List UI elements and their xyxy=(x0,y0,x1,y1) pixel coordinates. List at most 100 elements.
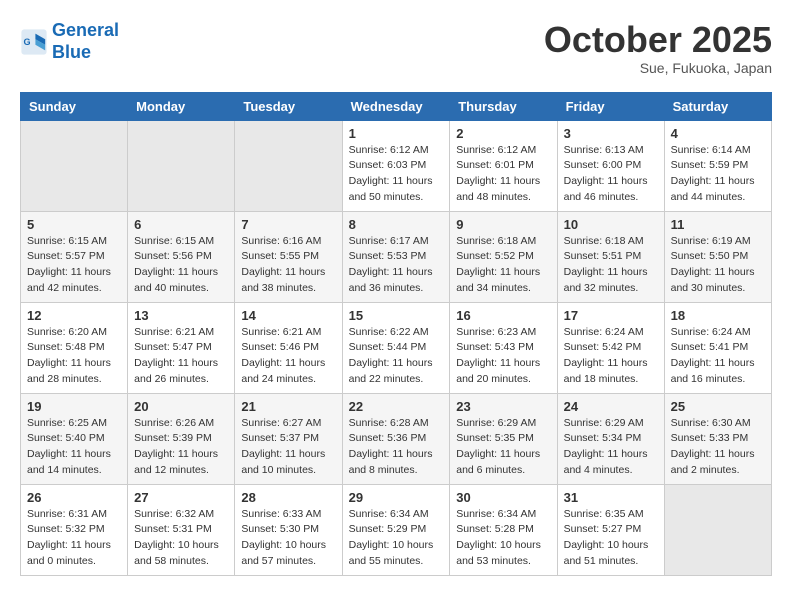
day-number: 7 xyxy=(241,217,335,232)
day-info: Sunrise: 6:23 AMSunset: 5:43 PMDaylight:… xyxy=(456,325,550,388)
day-info-line: Sunrise: 6:15 AM xyxy=(134,234,228,250)
day-info-line: Daylight: 10 hours xyxy=(349,538,444,554)
calendar-cell: 1Sunrise: 6:12 AMSunset: 6:03 PMDaylight… xyxy=(342,120,450,211)
day-number: 5 xyxy=(27,217,121,232)
day-info-line: Sunset: 5:46 PM xyxy=(241,340,335,356)
calendar-cell: 10Sunrise: 6:18 AMSunset: 5:51 PMDayligh… xyxy=(557,211,664,302)
day-info-line: Sunset: 5:59 PM xyxy=(671,158,765,174)
day-info-line: Sunset: 5:37 PM xyxy=(241,431,335,447)
day-number: 31 xyxy=(564,490,658,505)
day-info-line: Sunset: 5:28 PM xyxy=(456,522,550,538)
day-info-line: Sunrise: 6:22 AM xyxy=(349,325,444,341)
day-info-line: Daylight: 11 hours xyxy=(134,265,228,281)
svg-text:G: G xyxy=(24,36,31,46)
calendar-cell: 19Sunrise: 6:25 AMSunset: 5:40 PMDayligh… xyxy=(21,393,128,484)
day-info-line: and 2 minutes. xyxy=(671,463,765,479)
logo-text: General Blue xyxy=(52,20,119,63)
day-info-line: Sunset: 5:39 PM xyxy=(134,431,228,447)
day-info-line: and 8 minutes. xyxy=(349,463,444,479)
day-info: Sunrise: 6:14 AMSunset: 5:59 PMDaylight:… xyxy=(671,143,765,206)
day-info-line: Daylight: 11 hours xyxy=(564,356,658,372)
day-info-line: Sunset: 6:03 PM xyxy=(349,158,444,174)
day-info-line: Daylight: 11 hours xyxy=(456,447,550,463)
day-info: Sunrise: 6:16 AMSunset: 5:55 PMDaylight:… xyxy=(241,234,335,297)
day-info-line: Sunrise: 6:19 AM xyxy=(671,234,765,250)
day-number: 29 xyxy=(349,490,444,505)
day-info-line: and 57 minutes. xyxy=(241,554,335,570)
day-info-line: and 24 minutes. xyxy=(241,372,335,388)
day-number: 1 xyxy=(349,126,444,141)
day-info-line: Daylight: 11 hours xyxy=(241,447,335,463)
day-info-line: Sunrise: 6:12 AM xyxy=(349,143,444,159)
day-number: 26 xyxy=(27,490,121,505)
day-number: 8 xyxy=(349,217,444,232)
day-info-line: Sunset: 5:36 PM xyxy=(349,431,444,447)
day-info: Sunrise: 6:18 AMSunset: 5:51 PMDaylight:… xyxy=(564,234,658,297)
day-info-line: Sunset: 5:48 PM xyxy=(27,340,121,356)
day-info: Sunrise: 6:21 AMSunset: 5:46 PMDaylight:… xyxy=(241,325,335,388)
day-number: 14 xyxy=(241,308,335,323)
day-info-line: Daylight: 10 hours xyxy=(456,538,550,554)
day-info-line: Sunrise: 6:35 AM xyxy=(564,507,658,523)
calendar-cell: 18Sunrise: 6:24 AMSunset: 5:41 PMDayligh… xyxy=(664,302,771,393)
day-info-line: and 22 minutes. xyxy=(349,372,444,388)
day-info: Sunrise: 6:28 AMSunset: 5:36 PMDaylight:… xyxy=(349,416,444,479)
day-info-line: Sunset: 5:33 PM xyxy=(671,431,765,447)
day-info-line: Daylight: 11 hours xyxy=(241,356,335,372)
day-info-line: and 0 minutes. xyxy=(27,554,121,570)
day-info: Sunrise: 6:15 AMSunset: 5:56 PMDaylight:… xyxy=(134,234,228,297)
day-info-line: Sunrise: 6:13 AM xyxy=(564,143,658,159)
day-number: 30 xyxy=(456,490,550,505)
calendar-cell: 29Sunrise: 6:34 AMSunset: 5:29 PMDayligh… xyxy=(342,484,450,575)
day-info: Sunrise: 6:13 AMSunset: 6:00 PMDaylight:… xyxy=(564,143,658,206)
day-number: 15 xyxy=(349,308,444,323)
day-info: Sunrise: 6:12 AMSunset: 6:01 PMDaylight:… xyxy=(456,143,550,206)
day-info-line: and 53 minutes. xyxy=(456,554,550,570)
day-info-line: Sunrise: 6:30 AM xyxy=(671,416,765,432)
calendar-cell: 7 Sunrise: 6:16 AMSunset: 5:55 PMDaylight… xyxy=(235,211,342,302)
day-info-line: Sunrise: 6:31 AM xyxy=(27,507,121,523)
calendar-header-row: SundayMondayTuesdayWednesdayThursdayFrid… xyxy=(21,92,772,120)
day-info-line: and 58 minutes. xyxy=(134,554,228,570)
calendar-cell: 24Sunrise: 6:29 AMSunset: 5:34 PMDayligh… xyxy=(557,393,664,484)
day-info-line: and 44 minutes. xyxy=(671,190,765,206)
day-info-line: Daylight: 11 hours xyxy=(27,356,121,372)
calendar-cell xyxy=(664,484,771,575)
day-info-line: Sunset: 5:57 PM xyxy=(27,249,121,265)
day-info-line: Sunrise: 6:18 AM xyxy=(456,234,550,250)
day-number: 17 xyxy=(564,308,658,323)
day-header-monday: Monday xyxy=(128,92,235,120)
day-info-line: and 26 minutes. xyxy=(134,372,228,388)
day-info-line: Sunset: 5:55 PM xyxy=(241,249,335,265)
day-info: Sunrise: 6:33 AMSunset: 5:30 PMDaylight:… xyxy=(241,507,335,570)
day-info-line: Sunrise: 6:12 AM xyxy=(456,143,550,159)
day-info-line: Daylight: 11 hours xyxy=(349,356,444,372)
calendar-cell: 5Sunrise: 6:15 AMSunset: 5:57 PMDaylight… xyxy=(21,211,128,302)
day-number: 11 xyxy=(671,217,765,232)
logo-line1: General xyxy=(52,20,119,40)
day-header-saturday: Saturday xyxy=(664,92,771,120)
day-info: Sunrise: 6:32 AMSunset: 5:31 PMDaylight:… xyxy=(134,507,228,570)
day-info-line: Sunset: 5:41 PM xyxy=(671,340,765,356)
day-info-line: Sunset: 5:32 PM xyxy=(27,522,121,538)
calendar-cell xyxy=(128,120,235,211)
calendar-cell: 6Sunrise: 6:15 AMSunset: 5:56 PMDaylight… xyxy=(128,211,235,302)
day-number: 23 xyxy=(456,399,550,414)
day-info: Sunrise: 6:17 AMSunset: 5:53 PMDaylight:… xyxy=(349,234,444,297)
calendar-cell: 9Sunrise: 6:18 AMSunset: 5:52 PMDaylight… xyxy=(450,211,557,302)
day-info: Sunrise: 6:24 AMSunset: 5:41 PMDaylight:… xyxy=(671,325,765,388)
day-number: 13 xyxy=(134,308,228,323)
calendar-week-row: 1Sunrise: 6:12 AMSunset: 6:03 PMDaylight… xyxy=(21,120,772,211)
day-info-line: and 16 minutes. xyxy=(671,372,765,388)
calendar-cell: 14 Sunrise: 6:21 AMSunset: 5:46 PMDayligh… xyxy=(235,302,342,393)
calendar-table: SundayMondayTuesdayWednesdayThursdayFrid… xyxy=(20,92,772,576)
day-info-line: and 20 minutes. xyxy=(456,372,550,388)
calendar-cell: 25Sunrise: 6:30 AMSunset: 5:33 PMDayligh… xyxy=(664,393,771,484)
day-info-line: and 14 minutes. xyxy=(27,463,121,479)
calendar-cell xyxy=(235,120,342,211)
day-info-line: Sunrise: 6:23 AM xyxy=(456,325,550,341)
day-info-line: and 42 minutes. xyxy=(27,281,121,297)
day-number: 9 xyxy=(456,217,550,232)
day-info-line: and 18 minutes. xyxy=(564,372,658,388)
calendar-cell: 30Sunrise: 6:34 AMSunset: 5:28 PMDayligh… xyxy=(450,484,557,575)
